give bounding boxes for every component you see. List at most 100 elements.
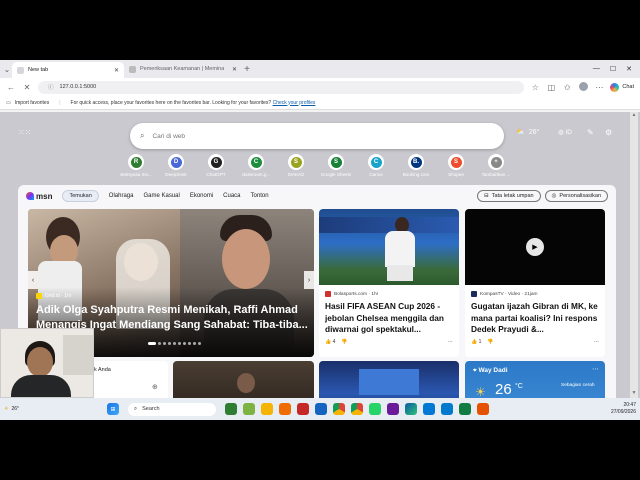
tab-olahraga[interactable]: Olahraga [109, 193, 134, 199]
news-card[interactable]: ▶ KompasTV · Video · 21jam Gugatan ijaza… [465, 209, 605, 357]
page-scrollbar[interactable]: ▲ ▼ [630, 112, 638, 398]
sun-icon: ☀ [475, 385, 486, 399]
store-icon[interactable] [315, 403, 327, 415]
quick-link[interactable]: Cclassroom.g... [236, 154, 276, 177]
tab-security-check[interactable]: Pemeriksaan Keamanan | Memina ✕ [124, 61, 242, 77]
quick-link-glyph: B. [410, 156, 422, 168]
quick-link[interactable]: + Tambahkan ... [476, 154, 516, 177]
chrome-icon[interactable] [351, 403, 363, 415]
app-icon[interactable] [477, 403, 489, 415]
news-feed: msn Temukan Olahraga Game Kasual Ekonomi… [18, 185, 616, 402]
tab-ekonomi[interactable]: Ekonomi [190, 193, 213, 199]
maximize-icon[interactable]: ☐ [610, 65, 616, 73]
tab-temukan[interactable]: Temukan [62, 190, 99, 202]
edit-pencil-icon[interactable]: ✎ [587, 128, 594, 137]
card-more-icon[interactable]: ⋯ [594, 339, 599, 345]
favorite-star-icon[interactable]: ☆ [530, 83, 540, 92]
close-window-icon[interactable]: ✕ [626, 65, 632, 73]
app-icon[interactable] [297, 403, 309, 415]
tab-game-kasual[interactable]: Game Kasual [143, 193, 179, 199]
add-icon[interactable]: ⊕ [152, 383, 158, 391]
dislike-icon[interactable]: 👎 [487, 339, 493, 345]
scroll-down-icon[interactable]: ▼ [630, 390, 638, 396]
check-profiles-link[interactable]: Check your profiles [273, 100, 316, 106]
vscode-icon[interactable] [441, 403, 453, 415]
personalize-label: Personalisasikan [559, 193, 601, 199]
region-button[interactable]: ◍ ID [558, 128, 572, 136]
close-tab-icon[interactable]: ✕ [114, 67, 119, 74]
dislike-icon[interactable]: 👎 [341, 339, 347, 345]
like-button[interactable]: 👍 4 [325, 339, 335, 345]
chrome-icon[interactable] [333, 403, 345, 415]
quick-link[interactable]: S Shopee [436, 154, 476, 177]
quick-link-label: classroom.g... [241, 172, 271, 177]
file-explorer-icon[interactable] [261, 403, 273, 415]
quick-link[interactable]: C Canva [356, 154, 396, 177]
card-title[interactable]: Hasil FIFA ASEAN Cup 2026 - jebolan Chel… [319, 297, 459, 335]
hero-source-text: Grid.id · 1hr [45, 293, 72, 299]
whatsapp-icon[interactable] [369, 403, 381, 415]
card-more-icon[interactable]: ⋯ [448, 339, 453, 345]
quick-link[interactable]: S SIAKAD [276, 154, 316, 177]
copilot-chat-button[interactable]: Chat [610, 82, 634, 92]
favorites-icon[interactable]: ✩ [562, 83, 572, 92]
play-icon[interactable]: ▶ [526, 238, 544, 256]
weather-widget[interactable]: ⛅ 26° [516, 128, 539, 137]
minimize-icon[interactable]: — [593, 65, 600, 73]
taskbar-weather[interactable]: ☀ 26° [4, 406, 104, 412]
quick-link[interactable]: G ChatGPT [196, 154, 236, 177]
url-text: 127.0.0.1:5000 [59, 84, 97, 90]
split-screen-icon[interactable]: ◫ [546, 83, 556, 92]
quick-link[interactable]: D DeepSeek [156, 154, 196, 177]
stop-icon[interactable]: ✕ [22, 83, 32, 92]
quick-link[interactable]: B. Booking.com [396, 154, 436, 177]
news-card[interactable]: Bolasports.com · 1hr Hasil FIFA ASEAN Cu… [319, 209, 459, 357]
card-more-icon[interactable]: ⋯ [592, 365, 599, 373]
apps-grid-icon[interactable]: ⁙⁙ [18, 128, 31, 137]
widgets-icon[interactable] [225, 403, 237, 415]
weather-card[interactable]: ⌖ Way Dadi ⋯ ☀ 26 °C Sebagian cerah [465, 361, 605, 402]
quick-link[interactable]: R Beksyasa Ins... [116, 154, 156, 177]
settings-gear-icon[interactable]: ⚙ [605, 128, 612, 137]
tab-bar: ⌄ New tab ✕ Pemeriksaan Keamanan | Memin… [0, 60, 640, 78]
news-card[interactable] [173, 361, 314, 402]
card-title[interactable]: Gugatan ijazah Gibran di MK, ke mana par… [465, 297, 605, 335]
close-tab-icon[interactable]: ✕ [232, 66, 237, 73]
hero-prev-button[interactable]: ‹ [28, 271, 38, 289]
person-figure [11, 375, 71, 397]
app-icon[interactable] [279, 403, 291, 415]
tab-cuaca[interactable]: Cuaca [223, 193, 240, 199]
like-button[interactable]: 👍 1 [471, 339, 481, 345]
app-icon[interactable] [243, 403, 255, 415]
excel-icon[interactable] [459, 403, 471, 415]
quick-link[interactable]: S Google Sheets [316, 154, 356, 177]
scroll-up-icon[interactable]: ▲ [630, 112, 638, 118]
feed-layout-button[interactable]: ⊟ Tata letak umpan [477, 190, 541, 202]
taskbar-search[interactable]: ⌕ Search [128, 402, 216, 416]
source-logo-icon [36, 293, 42, 299]
app-icon[interactable] [387, 403, 399, 415]
news-card[interactable] [319, 361, 459, 402]
url-input[interactable]: ⓘ 127.0.0.1:5000 [38, 80, 525, 94]
search-box[interactable]: ⌕ Cari di web [130, 123, 504, 149]
tab-actions-icon[interactable]: ⌄ [2, 65, 12, 74]
avatar[interactable] [578, 81, 588, 93]
tab-new-tab[interactable]: New tab ✕ [12, 62, 124, 78]
hero-next-button[interactable]: › [304, 271, 314, 289]
windows-start-icon[interactable]: ⊞ [107, 403, 119, 415]
app-icon[interactable] [423, 403, 435, 415]
msn-logo[interactable]: msn [26, 192, 52, 201]
edge-icon[interactable] [405, 403, 417, 415]
new-tab-icon[interactable]: + [242, 64, 252, 75]
quick-link-glyph: S [290, 156, 302, 168]
quick-link-glyph: S [330, 156, 342, 168]
personalize-button[interactable]: ◎ Personalisasikan [544, 190, 608, 202]
quick-link-glyph: R [130, 156, 142, 168]
location-pin-icon: ⌖ [473, 367, 477, 374]
tab-tonton[interactable]: Tonton [251, 193, 269, 199]
system-clock[interactable]: 20:47 27/09/2026 [611, 402, 636, 416]
more-icon[interactable]: ⋯ [594, 83, 604, 92]
import-favorites-button[interactable]: ▭ Import favorites [6, 100, 49, 106]
search-input[interactable]: Cari di web [152, 133, 185, 140]
back-icon[interactable]: ← [6, 83, 16, 92]
